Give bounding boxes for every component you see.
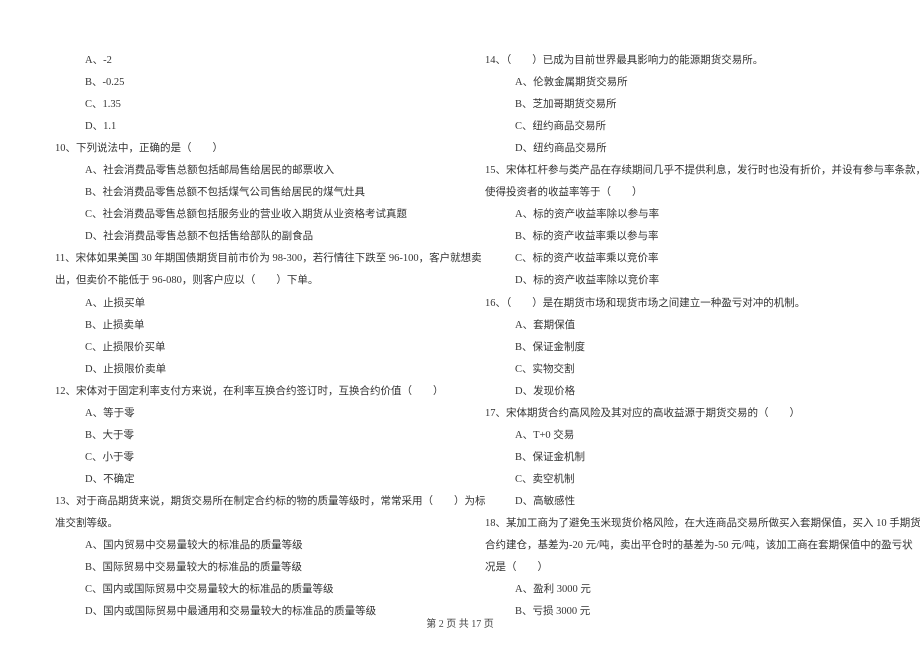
question-stem: 16、（ ）是在期货市场和现货市场之间建立一种盈亏对冲的机制。 — [485, 293, 865, 315]
page-content: A、-2 B、-0.25 C、1.35 D、1.1 10、下列说法中，正确的是（… — [0, 0, 920, 638]
option: B、芝加哥期货交易所 — [485, 94, 865, 116]
option: C、纽约商品交易所 — [485, 116, 865, 138]
option: C、止损限价买单 — [55, 337, 435, 359]
option: A、国内贸易中交易量较大的标准品的质量等级 — [55, 535, 435, 557]
option: B、保证金机制 — [485, 447, 865, 469]
option: B、社会消费品零售总额不包括煤气公司售给居民的煤气灶具 — [55, 182, 435, 204]
option: A、套期保值 — [485, 315, 865, 337]
option: D、不确定 — [55, 469, 435, 491]
option: A、-2 — [55, 50, 435, 72]
option: C、卖空机制 — [485, 469, 865, 491]
option: C、1.35 — [55, 94, 435, 116]
option: D、标的资产收益率除以竞价率 — [485, 270, 865, 292]
option: B、保证金制度 — [485, 337, 865, 359]
option: B、-0.25 — [55, 72, 435, 94]
question-stem-cont: 合约建仓，基差为-20 元/吨，卖出平仓时的基差为-50 元/吨，该加工商在套期… — [485, 535, 865, 557]
question-stem: 11、宋体如果美国 30 年期国债期货目前市价为 98-300，若行情往下跌至 … — [55, 248, 435, 270]
option: A、止损买单 — [55, 293, 435, 315]
option: A、等于零 — [55, 403, 435, 425]
option: B、大于零 — [55, 425, 435, 447]
question-stem: 17、宋体期货合约高风险及其对应的高收益源于期货交易的（ ） — [485, 403, 865, 425]
option: A、T+0 交易 — [485, 425, 865, 447]
page-footer: 第 2 页 共 17 页 — [0, 615, 920, 630]
option: A、社会消费品零售总额包括邮局售给居民的邮票收入 — [55, 160, 435, 182]
question-stem: 13、对于商品期货来说，期货交易所在制定合约标的物的质量等级时，常常采用（ ）为… — [55, 491, 435, 513]
question-stem-cont: 准交割等级。 — [55, 513, 435, 535]
question-stem: 10、下列说法中，正确的是（ ） — [55, 138, 435, 160]
right-column: 14、（ ）已成为目前世界最具影响力的能源期货交易所。 A、伦敦金属期货交易所 … — [460, 50, 890, 623]
option: D、纽约商品交易所 — [485, 138, 865, 160]
question-stem-cont: 使得投资者的收益率等于（ ） — [485, 182, 865, 204]
question-stem-cont: 出，但卖价不能低于 96-080，则客户应以（ ）下单。 — [55, 270, 435, 292]
option: C、国内或国际贸易中交易量较大的标准品的质量等级 — [55, 579, 435, 601]
option: C、标的资产收益率乘以竞价率 — [485, 248, 865, 270]
option: C、社会消费品零售总额包括服务业的营业收入期货从业资格考试真题 — [55, 204, 435, 226]
option: B、标的资产收益率乘以参与率 — [485, 226, 865, 248]
option: C、实物交割 — [485, 359, 865, 381]
option: C、小于零 — [55, 447, 435, 469]
option: D、止损限价卖单 — [55, 359, 435, 381]
option: A、盈利 3000 元 — [485, 579, 865, 601]
option: D、1.1 — [55, 116, 435, 138]
option: B、国际贸易中交易量较大的标准品的质量等级 — [55, 557, 435, 579]
question-stem: 18、某加工商为了避免玉米现货价格风险，在大连商品交易所做买入套期保值，买入 1… — [485, 513, 865, 535]
left-column: A、-2 B、-0.25 C、1.35 D、1.1 10、下列说法中，正确的是（… — [30, 50, 460, 623]
option: D、社会消费品零售总额不包括售给部队的副食品 — [55, 226, 435, 248]
option: A、伦敦金属期货交易所 — [485, 72, 865, 94]
option: D、高敏感性 — [485, 491, 865, 513]
question-stem-cont: 况是（ ） — [485, 557, 865, 579]
question-stem: 14、（ ）已成为目前世界最具影响力的能源期货交易所。 — [485, 50, 865, 72]
option: B、止损卖单 — [55, 315, 435, 337]
question-stem: 12、宋体对于固定利率支付方来说，在利率互换合约签订时，互换合约价值（ ） — [55, 381, 435, 403]
option: A、标的资产收益率除以参与率 — [485, 204, 865, 226]
option: D、发现价格 — [485, 381, 865, 403]
question-stem: 15、宋体杠杆参与类产品在存续期间几乎不提供利息，发行时也没有折价，并设有参与率… — [485, 160, 865, 182]
